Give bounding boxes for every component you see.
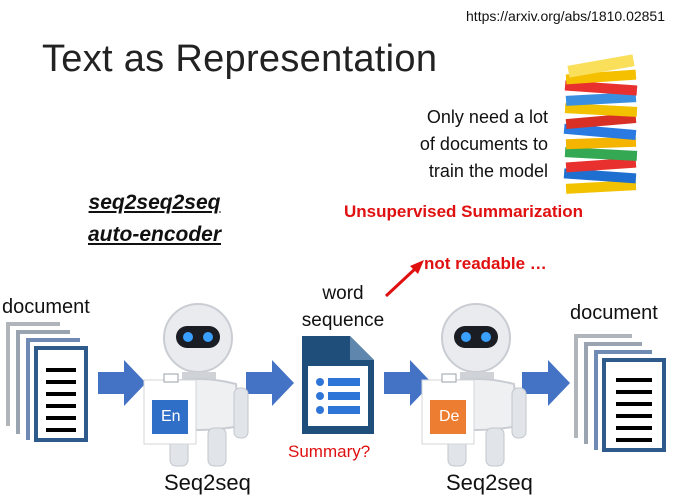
input-document-icon <box>6 322 88 442</box>
model-name-line: seq2seq2seq <box>88 191 221 214</box>
note-line: of documents to <box>419 134 548 154</box>
robot-encoder-icon <box>143 303 249 467</box>
source-url[interactable]: https://arxiv.org/abs/1810.02851 <box>466 8 665 24</box>
output-document-label: document <box>570 302 658 324</box>
unsupervised-label: Unsupervised Summarization <box>344 202 584 221</box>
note-text: Only need a lot of documents to train th… <box>388 104 548 185</box>
input-document-label: document <box>2 296 90 318</box>
model-name: seq2seq2seq auto-encoder <box>88 187 221 251</box>
arrow-icon <box>522 360 570 406</box>
word-sequence-label: word sequence <box>288 280 398 334</box>
paper-stack-image <box>563 54 638 194</box>
not-readable-label: not readable … <box>424 254 547 273</box>
encoder-badge: En <box>161 408 181 425</box>
robot-decoder-icon <box>421 303 527 467</box>
word-sequence-line: sequence <box>301 310 385 331</box>
summary-document-icon <box>302 336 374 434</box>
decoder-label: Seq2seq <box>446 470 533 495</box>
slide-title: Text as Representation <box>42 38 438 80</box>
decoder-badge: De <box>439 408 460 425</box>
encoder-label: Seq2seq <box>164 470 251 495</box>
summary-question-label: Summary? <box>288 442 371 461</box>
model-name-line: auto-encoder <box>88 223 222 246</box>
arrow-icon <box>246 360 294 406</box>
note-line: train the model <box>428 161 548 181</box>
output-document-icon <box>574 334 666 452</box>
word-sequence-line: word <box>322 283 364 304</box>
note-line: Only need a lot <box>426 107 548 127</box>
